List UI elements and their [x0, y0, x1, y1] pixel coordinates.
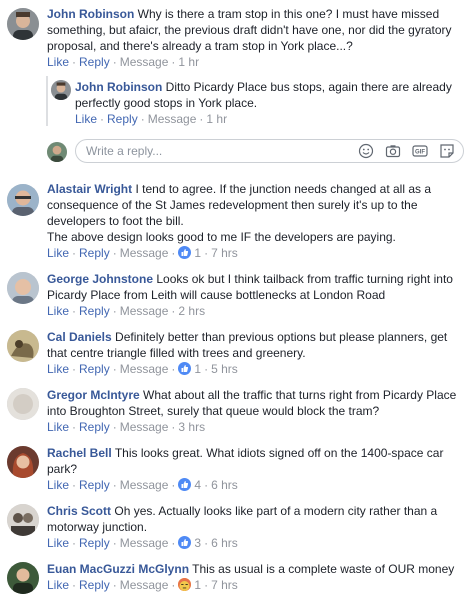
- like-link[interactable]: Like: [47, 246, 69, 260]
- comment-author[interactable]: George Johnstone: [47, 272, 153, 286]
- message-link[interactable]: Message: [120, 420, 169, 434]
- reply-link[interactable]: Reply: [79, 246, 110, 260]
- timestamp[interactable]: 1 hr: [206, 112, 227, 126]
- message-link[interactable]: Message: [120, 478, 169, 492]
- like-icon: [178, 246, 192, 259]
- like-link[interactable]: Like: [47, 578, 69, 592]
- like-link[interactable]: Like: [75, 112, 97, 126]
- avatar[interactable]: [7, 272, 39, 304]
- comment-actions: Like · Reply · Message · 1 · 7 hrs: [47, 578, 238, 592]
- comment-actions: Like · Reply · Message · 4 · 6 hrs: [47, 478, 238, 492]
- reply-input[interactable]: [86, 143, 336, 159]
- comment-author[interactable]: Rachel Bell: [47, 446, 112, 460]
- reply-thread-line: [46, 76, 48, 126]
- comment-actions: Like · Reply · Message · 3 hrs: [47, 420, 206, 434]
- comment-author[interactable]: Gregor McIntyre: [47, 388, 140, 402]
- message-link[interactable]: Message: [120, 362, 169, 376]
- comment-author[interactable]: John Robinson: [47, 7, 134, 21]
- comment-author[interactable]: Chris Scott: [47, 504, 111, 518]
- timestamp[interactable]: 2 hrs: [178, 304, 205, 318]
- comment-actions: Like · Reply · Message · 3 · 6 hrs: [47, 536, 238, 550]
- avatar[interactable]: [7, 330, 39, 362]
- reply-link[interactable]: Reply: [79, 578, 110, 592]
- message-link[interactable]: Message: [120, 304, 169, 318]
- like-link[interactable]: Like: [47, 362, 69, 376]
- reply-link[interactable]: Reply: [79, 55, 110, 69]
- reply-link[interactable]: Reply: [79, 304, 110, 318]
- avatar[interactable]: [7, 388, 39, 420]
- reaction-count[interactable]: 3: [178, 536, 201, 550]
- emoji-icon[interactable]: [358, 143, 374, 159]
- svg-text:GIF: GIF: [415, 150, 425, 156]
- like-link[interactable]: Like: [47, 536, 69, 550]
- like-icon: [178, 536, 192, 549]
- message-link[interactable]: Message: [120, 578, 169, 592]
- like-link[interactable]: Like: [47, 304, 69, 318]
- reaction-count[interactable]: 1: [178, 362, 201, 376]
- reply-input-box[interactable]: GIF: [75, 139, 464, 163]
- gif-icon[interactable]: GIF: [412, 143, 428, 159]
- reply-link[interactable]: Reply: [79, 478, 110, 492]
- comment-author[interactable]: John Robinson: [75, 80, 162, 94]
- message-link[interactable]: Message: [148, 112, 197, 126]
- like-link[interactable]: Like: [47, 420, 69, 434]
- reply-link[interactable]: Reply: [79, 536, 110, 550]
- reaction-count[interactable]: 1: [178, 246, 201, 260]
- message-link[interactable]: Message: [120, 246, 169, 260]
- avatar[interactable]: [7, 562, 39, 594]
- like-link[interactable]: Like: [47, 55, 69, 69]
- comment-actions: Like · Reply · Message · 1 · 5 hrs: [47, 362, 238, 376]
- avatar[interactable]: [7, 446, 39, 478]
- comment-text-line-2: The above design looks good to me IF the…: [47, 230, 396, 244]
- avatar[interactable]: [7, 184, 39, 216]
- timestamp[interactable]: 3 hrs: [178, 420, 205, 434]
- comment-text: This as usual is a complete waste of OUR…: [192, 562, 455, 576]
- avatar[interactable]: [51, 80, 71, 100]
- timestamp[interactable]: 1 hr: [178, 55, 199, 69]
- angry-icon: [178, 578, 192, 591]
- current-user-avatar: [47, 142, 67, 162]
- like-icon: [178, 478, 192, 491]
- comment-actions: Like · Reply · Message · 1 · 7 hrs: [47, 246, 238, 260]
- reaction-count[interactable]: 4: [178, 478, 201, 492]
- avatar[interactable]: [7, 504, 39, 536]
- like-link[interactable]: Like: [47, 478, 69, 492]
- camera-icon[interactable]: [385, 143, 401, 159]
- comment-author[interactable]: Euan MacGuzzi McGlynn: [47, 562, 189, 576]
- reply-box-icons: GIF: [358, 143, 455, 159]
- reaction-count[interactable]: 1: [178, 578, 201, 592]
- comment-author[interactable]: Cal Daniels: [47, 330, 112, 344]
- like-icon: [178, 362, 192, 375]
- comment-actions: Like · Reply · Message · 2 hrs: [47, 304, 206, 318]
- reply-link[interactable]: Reply: [79, 362, 110, 376]
- comment-actions: Like · Reply · Message · 1 hr: [47, 55, 200, 69]
- avatar[interactable]: [7, 8, 39, 40]
- comment-actions: Like · Reply · Message · 1 hr: [75, 112, 228, 126]
- message-link[interactable]: Message: [120, 536, 169, 550]
- reply-link[interactable]: Reply: [79, 420, 110, 434]
- reply-link[interactable]: Reply: [107, 112, 138, 126]
- timestamp[interactable]: 5 hrs: [211, 362, 238, 376]
- timestamp[interactable]: 6 hrs: [211, 536, 238, 550]
- message-link[interactable]: Message: [120, 55, 169, 69]
- sticker-icon[interactable]: [439, 143, 455, 159]
- comment-author[interactable]: Alastair Wright: [47, 182, 132, 196]
- timestamp[interactable]: 7 hrs: [211, 246, 238, 260]
- timestamp[interactable]: 6 hrs: [211, 478, 238, 492]
- timestamp[interactable]: 7 hrs: [211, 578, 238, 592]
